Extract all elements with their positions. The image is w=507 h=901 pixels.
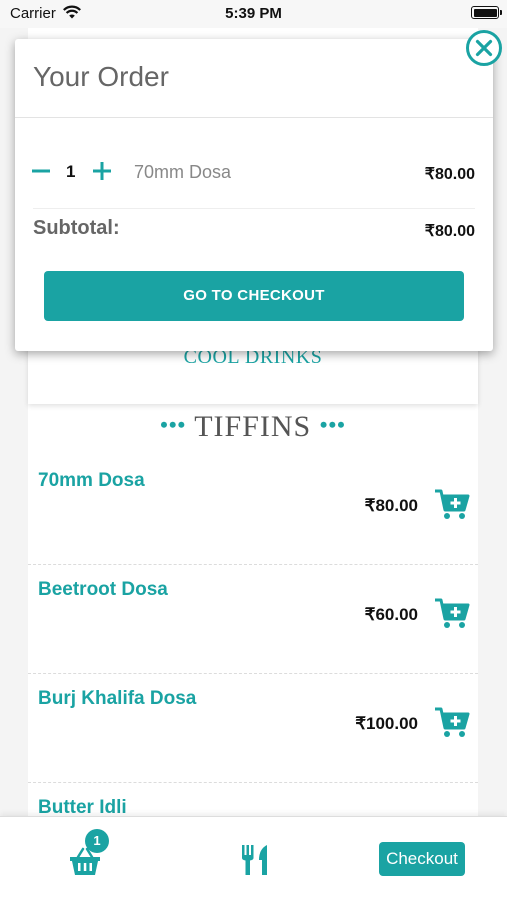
menu-item[interactable]: Beetroot Dosa ₹60.00: [28, 565, 478, 674]
quantity-value: 1: [66, 162, 76, 181]
add-to-cart-icon[interactable]: [434, 488, 470, 520]
menu-item[interactable]: Burj Khalifa Dosa ₹100.00: [28, 674, 478, 783]
popup-title: Your Order: [33, 61, 169, 92]
divider: [15, 117, 493, 118]
section-dots-left: •••: [160, 412, 187, 437]
battery-icon: [471, 6, 502, 19]
decrease-quantity-icon[interactable]: [31, 161, 51, 181]
section-dots-right: •••: [319, 412, 346, 437]
menu-item-price: ₹100.00: [355, 714, 418, 733]
subtotal-value: ₹80.00: [424, 223, 475, 240]
checkout-tab-button[interactable]: Checkout: [379, 842, 465, 876]
menu-item-price: ₹80.00: [364, 496, 418, 515]
cart-count-badge: 1: [85, 829, 109, 853]
menu-item-price: ₹60.00: [364, 605, 418, 624]
status-bar: Carrier 5:39 PM: [0, 0, 507, 28]
close-icon[interactable]: [465, 29, 503, 67]
go-to-checkout-button[interactable]: GO TO CHECKOUT: [44, 271, 464, 321]
menu-item-name: 70mm Dosa: [38, 470, 145, 491]
increase-quantity-icon[interactable]: [92, 161, 112, 181]
add-to-cart-icon[interactable]: [434, 706, 470, 738]
clock: 5:39 PM: [225, 5, 282, 22]
add-to-cart-icon[interactable]: [434, 597, 470, 629]
order-popup: Your Order 1 70mm Dosa ₹80.00 Subtotal: …: [15, 39, 493, 351]
fork-knife-icon[interactable]: [240, 843, 270, 877]
menu-item[interactable]: 70mm Dosa ₹80.00: [28, 456, 478, 565]
subtotal-label: Subtotal:: [33, 217, 120, 239]
tab-bar: Checkout: [0, 816, 507, 901]
menu-item-name: Beetroot Dosa: [38, 579, 168, 600]
menu-item-name: Burj Khalifa Dosa: [38, 688, 197, 709]
section-title: ••• TIFFINS •••: [28, 410, 478, 444]
order-item-price: ₹80.00: [424, 166, 475, 183]
section-title-text: TIFFINS: [194, 410, 312, 443]
divider: [33, 208, 475, 209]
order-item-name: 70mm Dosa: [134, 162, 232, 182]
